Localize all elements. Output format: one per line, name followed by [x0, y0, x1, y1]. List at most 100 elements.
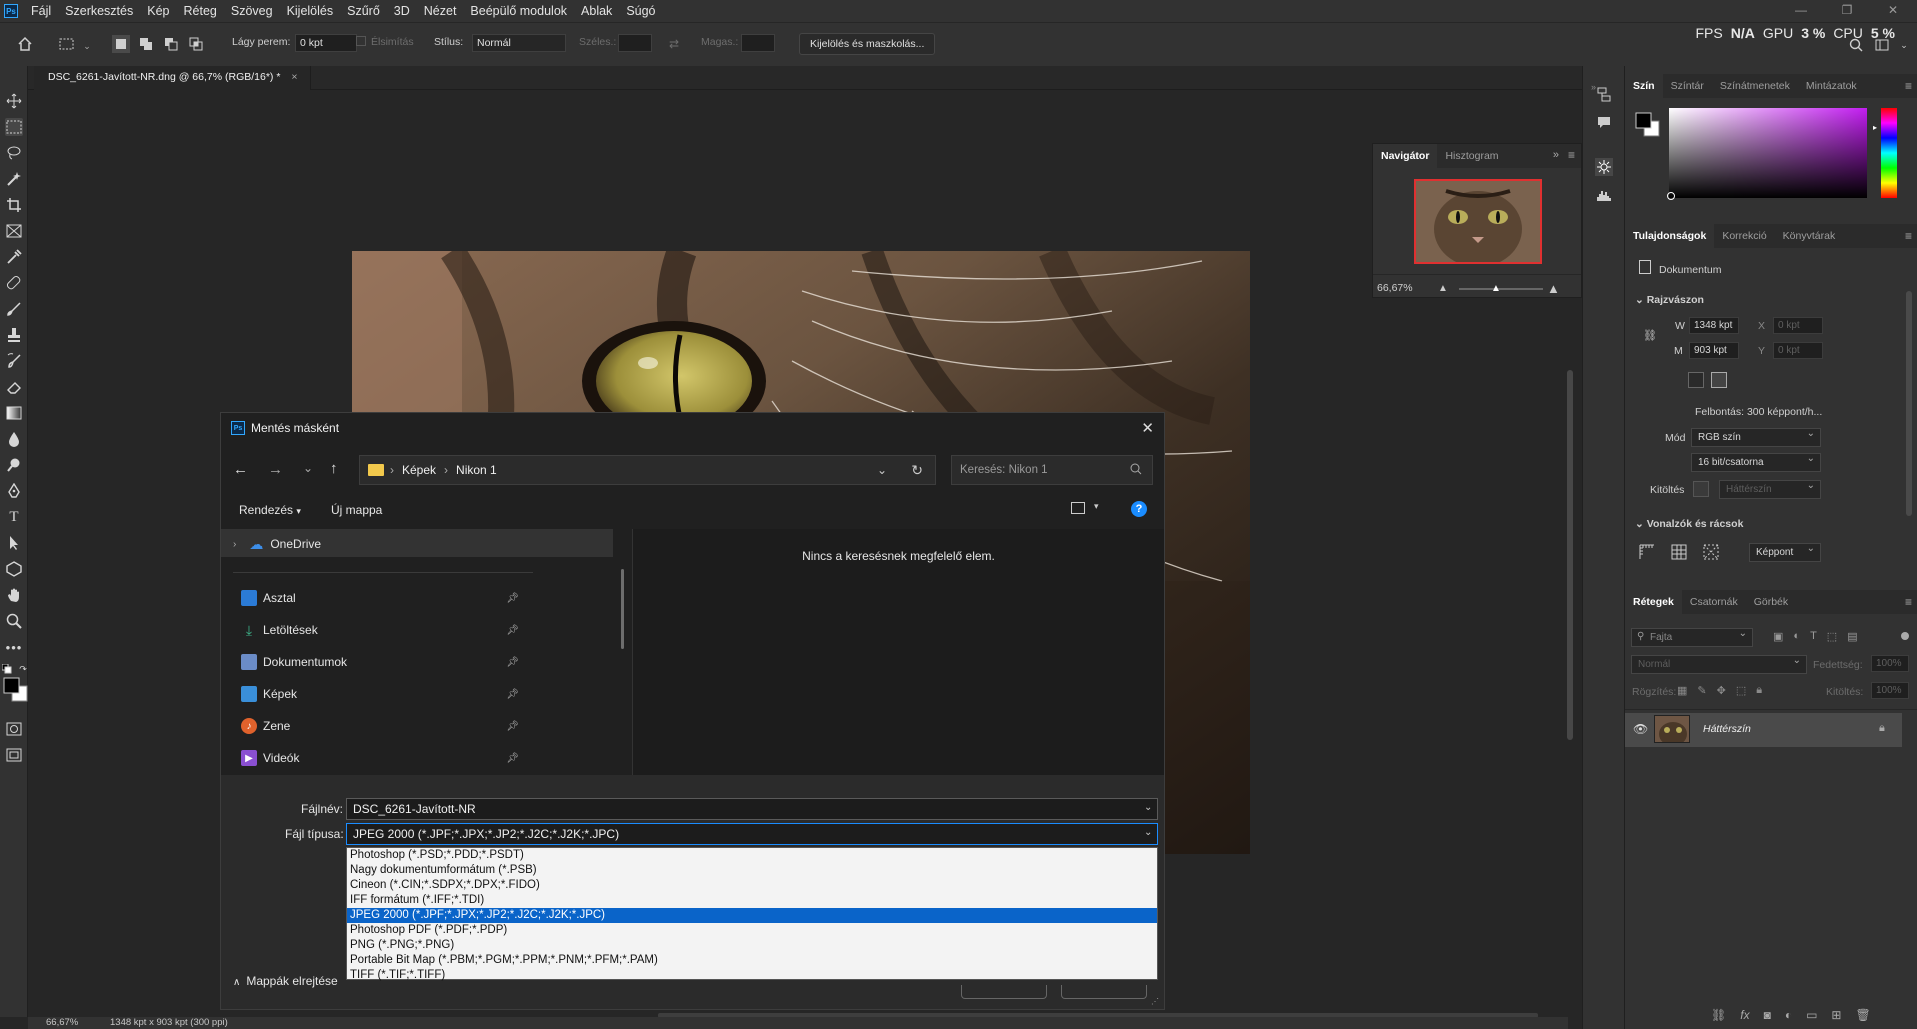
- navigator-thumbnail[interactable]: [1414, 179, 1542, 264]
- new-layer-icon[interactable]: ⊞: [1831, 1008, 1841, 1022]
- adjustment-filter-icon[interactable]: ◐: [1793, 630, 1800, 643]
- tab-curves[interactable]: Görbék: [1746, 590, 1796, 614]
- pin-icon[interactable]: 📌︎: [506, 721, 519, 732]
- menu-plugins[interactable]: Beépülő modulok: [463, 4, 574, 18]
- add-mask-icon[interactable]: ◙: [1764, 1008, 1771, 1022]
- navigator-menu-icon[interactable]: ≡: [1568, 148, 1575, 162]
- type-tool-icon[interactable]: T: [5, 508, 23, 526]
- new-group-icon[interactable]: ▭: [1806, 1008, 1817, 1022]
- guides-section-toggle[interactable]: ⌄ Vonalzók és rácsok: [1635, 518, 1743, 530]
- lock-position-icon[interactable]: ✥: [1717, 684, 1726, 697]
- menu-window[interactable]: Ablak: [574, 4, 619, 18]
- navigator-zoom[interactable]: 66,67%: [1377, 282, 1413, 294]
- guides-unit-select[interactable]: Képpont: [1749, 543, 1821, 562]
- filetype-option-selected[interactable]: JPEG 2000 (*.JPF;*.JPX;*.JP2;*.J2C;*.J2K…: [347, 908, 1157, 923]
- lock-all-icon[interactable]: 🔒︎: [1756, 684, 1762, 697]
- status-zoom[interactable]: 66,67%: [46, 1017, 78, 1028]
- canvas-x-input[interactable]: 0 kpt: [1773, 317, 1823, 334]
- gradient-tool-icon[interactable]: [5, 404, 23, 422]
- layer-visibility-icon[interactable]: 👁︎: [1633, 722, 1648, 736]
- swap-colors-icon[interactable]: ↷: [18, 664, 28, 674]
- file-list[interactable]: Nincs a keresésnek megfelelő elem.: [633, 529, 1164, 775]
- nav-item-onedrive[interactable]: › ☁ OneDrive: [233, 529, 513, 559]
- tab-color[interactable]: Szín: [1625, 74, 1663, 98]
- pixel-filter-icon[interactable]: ▣: [1773, 630, 1783, 643]
- swap-icon[interactable]: ⇄: [665, 35, 683, 53]
- nav-item-videos[interactable]: ▶ Videók 📌︎: [241, 743, 533, 773]
- tab-gradients[interactable]: Színátmenetek: [1712, 74, 1798, 98]
- blend-mode-select[interactable]: Normál: [1631, 655, 1807, 674]
- layer-name[interactable]: Háttérszín: [1703, 723, 1751, 735]
- pin-icon[interactable]: 📌︎: [506, 689, 519, 700]
- tab-channels[interactable]: Csatornák: [1682, 590, 1746, 614]
- workspace-chevron-icon[interactable]: ⌄: [1895, 36, 1913, 54]
- pin-icon[interactable]: 📌︎: [506, 625, 519, 636]
- lock-pixels-icon[interactable]: ✎: [1697, 684, 1706, 697]
- more-tools-icon[interactable]: •••: [5, 638, 23, 656]
- filetype-option[interactable]: Portable Bit Map (*.PBM;*.PGM;*.PPM;*.PN…: [347, 953, 1157, 968]
- comments-panel-icon[interactable]: [1595, 114, 1613, 132]
- layer-fill-input[interactable]: 100%: [1871, 682, 1909, 699]
- hide-folders-toggle[interactable]: ∧ Mappák elrejtése: [233, 974, 338, 988]
- layers-menu-icon[interactable]: ≡: [1905, 595, 1912, 609]
- filetype-select[interactable]: JPEG 2000 (*.JPF;*.JPX;*.JP2;*.J2C;*.J2K…: [346, 823, 1158, 845]
- hue-slider-handle[interactable]: ▸: [1873, 123, 1877, 132]
- search-input[interactable]: Keresés: Nikon 1: [951, 455, 1153, 485]
- layer-filter-select[interactable]: ⚲ Fajta: [1631, 628, 1753, 647]
- select-and-mask-button[interactable]: Kijelölés és maszkolás...: [799, 33, 936, 55]
- expand-chevron-icon[interactable]: ›: [233, 539, 236, 550]
- menu-3d[interactable]: 3D: [387, 4, 417, 18]
- photoshop-logo[interactable]: Ps: [4, 4, 18, 18]
- new-selection-icon[interactable]: [112, 35, 130, 53]
- lock-transparency-icon[interactable]: ▦: [1677, 684, 1687, 697]
- workspace-icon[interactable]: [1873, 36, 1891, 54]
- address-dropdown-icon[interactable]: ⌄: [877, 463, 887, 477]
- menu-edit[interactable]: Szerkesztés: [58, 4, 140, 18]
- blur-tool-icon[interactable]: [5, 430, 23, 448]
- pen-tool-icon[interactable]: [5, 482, 23, 500]
- pin-icon[interactable]: 📌︎: [506, 753, 519, 764]
- subtract-selection-icon[interactable]: [162, 35, 180, 53]
- nav-item-documents[interactable]: Dokumentumok 📌︎: [241, 647, 533, 677]
- nav-item-downloads[interactable]: ⤓ Letöltések 📌︎: [241, 615, 533, 645]
- layer-row-background[interactable]: 👁︎ Háttérszín 🔒︎: [1625, 713, 1902, 747]
- crop-tool-icon[interactable]: [5, 196, 23, 214]
- new-folder-button[interactable]: Új mappa: [331, 503, 382, 517]
- view-chevron-icon[interactable]: ▾: [1094, 501, 1099, 512]
- breadcrumb-nikon[interactable]: Nikon 1: [456, 463, 497, 477]
- menu-type[interactable]: Szöveg: [224, 4, 280, 18]
- lock-artboard-icon[interactable]: ⬚: [1736, 684, 1746, 697]
- close-tab-icon[interactable]: ×: [291, 71, 297, 83]
- filetype-dropdown-icon[interactable]: ⌄: [1144, 827, 1152, 838]
- color-picker-handle[interactable]: [1667, 192, 1675, 200]
- marquee-preset-icon[interactable]: [58, 35, 76, 53]
- document-tab[interactable]: DSC_6261-Javított-NR.dng @ 66,7% (RGB/16…: [34, 66, 311, 90]
- close-window-button[interactable]: ✕: [1878, 2, 1908, 18]
- menu-layer[interactable]: Réteg: [177, 4, 224, 18]
- minimize-button[interactable]: —: [1786, 2, 1816, 18]
- filter-toggle-icon[interactable]: [1901, 632, 1909, 640]
- resize-grip-icon[interactable]: ⋰: [1151, 997, 1159, 1006]
- history-panel-icon[interactable]: [1595, 86, 1613, 104]
- nav-scrollbar[interactable]: [621, 569, 624, 649]
- zoom-in-icon[interactable]: ▲: [1547, 281, 1560, 296]
- tab-libraries[interactable]: Könyvtárak: [1775, 224, 1844, 248]
- path-selection-icon[interactable]: [5, 534, 23, 552]
- pin-icon[interactable]: 📌︎: [506, 593, 519, 604]
- cancel-button[interactable]: [1061, 985, 1147, 999]
- nav-item-music[interactable]: ♪ Zene 📌︎: [241, 711, 533, 741]
- tab-patterns[interactable]: Mintázatok: [1798, 74, 1865, 98]
- rulers-icon[interactable]: [1639, 544, 1655, 560]
- eraser-icon[interactable]: [5, 378, 23, 396]
- canvas-height-input[interactable]: 903 kpt: [1689, 342, 1739, 359]
- grid-icon[interactable]: [1671, 544, 1687, 560]
- zoom-out-icon[interactable]: ▲: [1438, 283, 1448, 294]
- tab-adjustments[interactable]: Korrekció: [1714, 224, 1774, 248]
- canvas-width-input[interactable]: 1348 kpt: [1689, 317, 1739, 334]
- breadcrumb-pictures[interactable]: Képek: [402, 463, 436, 477]
- nav-item-desktop[interactable]: Asztal 📌︎: [241, 583, 533, 613]
- mode-select[interactable]: RGB szín: [1691, 428, 1821, 447]
- maximize-button[interactable]: ❐: [1832, 2, 1862, 18]
- foreground-background-swatch[interactable]: [3, 677, 29, 703]
- menu-help[interactable]: Súgó: [619, 4, 662, 18]
